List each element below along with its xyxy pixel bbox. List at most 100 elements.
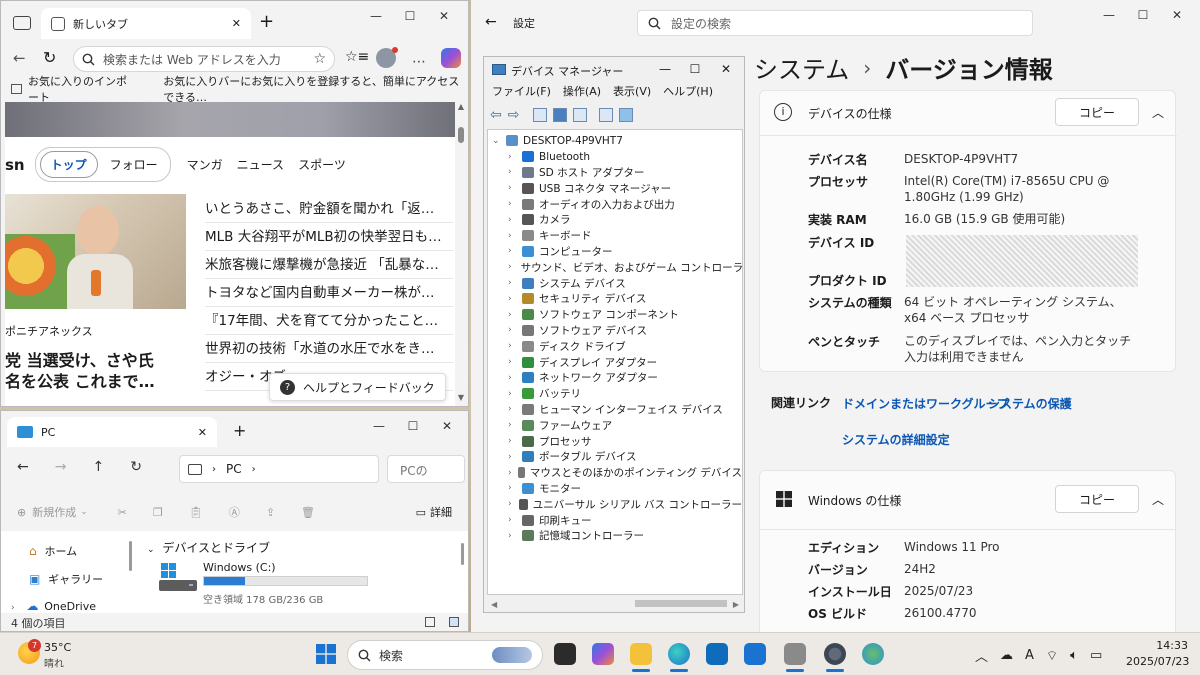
device-category[interactable]: › ユニバーサル シリアル バス コントローラー — [488, 496, 742, 512]
device-category[interactable]: › セキュリティ デバイス — [488, 291, 742, 307]
device-category[interactable]: › ディスク ドライブ — [488, 338, 742, 354]
device-category[interactable]: › Bluetooth — [488, 149, 742, 165]
device-category[interactable]: › SD ホスト アダプター — [488, 165, 742, 181]
taskbar-search-input[interactable]: 検索 — [347, 640, 543, 670]
new-tab-button[interactable]: + — [259, 11, 274, 32]
expand-chevron-icon[interactable]: › — [508, 183, 518, 193]
collapse-chevron-icon[interactable]: ︿ — [1152, 491, 1164, 508]
news-item[interactable]: いとうあさこ、貯金額を聞かれ「返… — [205, 195, 453, 223]
address-bar[interactable]: 検索または Web アドレスを入力 ☆ — [73, 46, 335, 72]
menu-view[interactable]: 表示(V) — [613, 83, 651, 99]
up-icon[interactable]: ↑ — [92, 459, 104, 475]
favorites-import-link[interactable]: お気に入りのインポート — [28, 73, 137, 105]
news-item[interactable]: 世界初の技術「水道の水圧で水をき… — [205, 335, 453, 363]
refresh-icon[interactable]: ↻ — [43, 48, 56, 67]
tab-news[interactable]: ニュース — [237, 156, 284, 173]
nav-onedrive[interactable]: › ☁ OneDrive — [11, 599, 96, 613]
device-category[interactable]: › マウスとそのほかのポインティング デバイス — [488, 465, 742, 481]
network-app-icon[interactable] — [862, 643, 884, 665]
device-category[interactable]: › ソフトウェア デバイス — [488, 323, 742, 339]
device-category[interactable]: › 印刷キュー — [488, 512, 742, 528]
menu-help[interactable]: ヘルプ(H) — [663, 83, 713, 99]
expand-chevron-icon[interactable]: › — [508, 483, 518, 493]
menu-file[interactable]: ファイル(F) — [492, 83, 551, 99]
collapse-chevron-icon[interactable]: ⌄ — [492, 136, 502, 146]
browser-tab[interactable]: 新しいタブ ✕ — [41, 8, 251, 39]
view-icon[interactable] — [573, 108, 588, 122]
tab-manga[interactable]: マンガ — [187, 156, 223, 173]
tab-actions-icon[interactable] — [13, 16, 31, 30]
content-scrollbar[interactable] — [461, 543, 464, 565]
device-category[interactable]: › サウンド、ビデオ、およびゲーム コントローラー — [488, 259, 742, 275]
link-domain-workgroup[interactable]: ドメインまたはワークグループ — [842, 395, 1009, 412]
back-icon[interactable]: ← — [17, 459, 29, 475]
expand-chevron-icon[interactable]: › — [508, 262, 512, 272]
expand-chevron-icon[interactable]: › — [508, 452, 518, 462]
edge-browser-icon[interactable] — [668, 643, 690, 665]
expand-chevron-icon[interactable]: › — [508, 341, 518, 351]
tab-close-icon[interactable]: ✕ — [198, 426, 207, 439]
new-tab-button[interactable]: + — [233, 421, 246, 440]
expand-chevron-icon[interactable]: › — [508, 357, 518, 367]
file-explorer-icon[interactable] — [630, 643, 652, 665]
expand-chevron-icon[interactable]: › — [508, 389, 518, 399]
device-category[interactable]: › プロセッサ — [488, 433, 742, 449]
tab-sports[interactable]: スポーツ — [298, 156, 346, 173]
device-category[interactable]: › オーディオの入力および出力 — [488, 196, 742, 212]
expand-chevron-icon[interactable]: › — [508, 215, 518, 225]
tab-top[interactable]: トップ — [39, 151, 98, 178]
share-icon[interactable]: ⇪ — [266, 506, 275, 519]
weather-temp[interactable]: 35°C — [44, 641, 71, 654]
minimize-button[interactable]: — — [1092, 0, 1126, 30]
close-button[interactable]: ✕ — [710, 57, 742, 81]
tree-root[interactable]: ⌄ DESKTOP-4P9VHT7 — [488, 133, 742, 149]
scan-hardware-icon[interactable] — [599, 108, 614, 122]
device-category[interactable]: › キーボード — [488, 228, 742, 244]
clock-time[interactable]: 14:33 — [1138, 639, 1188, 652]
copy-icon[interactable]: ❐ — [153, 506, 163, 519]
expand-chevron-icon[interactable]: › — [11, 603, 15, 613]
details-button[interactable]: 詳細 — [430, 504, 452, 520]
expand-chevron-icon[interactable]: › — [508, 468, 514, 478]
expand-chevron-icon[interactable]: › — [508, 499, 515, 509]
device-category[interactable]: › システム デバイス — [488, 275, 742, 291]
news-item[interactable]: 米旅客機に爆撃機が急接近 「乱暴な… — [205, 251, 453, 279]
back-icon[interactable]: ⇦ — [490, 107, 502, 123]
copy-windows-specs-button[interactable]: コピー — [1055, 485, 1139, 513]
monitor-icon[interactable] — [619, 108, 634, 122]
news-item[interactable]: MLB 大谷翔平がMLB初の快挙翌日も… — [205, 223, 453, 251]
cut-icon[interactable]: ✂ — [118, 506, 127, 519]
favorite-star-icon[interactable]: ☆ — [313, 51, 326, 67]
link-advanced-settings[interactable]: システムの詳細設定 — [842, 431, 950, 448]
copilot-icon[interactable] — [441, 48, 461, 68]
expand-chevron-icon[interactable]: › — [508, 436, 518, 446]
expand-chevron-icon[interactable]: › — [508, 246, 518, 256]
news-item[interactable]: トヨタなど国内自動車メーカー株が… — [205, 279, 453, 307]
properties-icon[interactable] — [533, 108, 548, 122]
rename-icon[interactable]: Ⓐ — [229, 504, 240, 520]
maximize-button[interactable]: ☐ — [393, 1, 427, 31]
battery-icon[interactable]: ▭ — [1090, 648, 1102, 663]
tray-chevron-icon[interactable]: ︿ — [975, 646, 988, 665]
details-view-icon[interactable] — [425, 617, 435, 627]
nav-gallery[interactable]: ▣ ギャラリー — [29, 571, 103, 587]
minimize-button[interactable]: — — [650, 57, 680, 81]
expand-chevron-icon[interactable]: › — [508, 167, 518, 177]
minimize-button[interactable]: — — [359, 1, 393, 31]
device-category[interactable]: › カメラ — [488, 212, 742, 228]
expand-chevron-icon[interactable]: › — [508, 404, 518, 414]
expand-chevron-icon[interactable]: › — [508, 152, 518, 162]
device-category[interactable]: › ネットワーク アダプター — [488, 370, 742, 386]
close-button[interactable]: ✕ — [430, 411, 464, 441]
headline[interactable]: 党 当選受け、さや氏 名を公表 これまで… — [5, 350, 155, 392]
tab-follow[interactable]: フォロー — [102, 156, 166, 173]
device-category[interactable]: › ソフトウェア コンポーネント — [488, 307, 742, 323]
more-menu-icon[interactable]: ⋯ — [412, 54, 426, 70]
device-category[interactable]: › USB コネクタ マネージャー — [488, 180, 742, 196]
copy-device-specs-button[interactable]: コピー — [1055, 98, 1139, 126]
back-icon[interactable]: ← — [13, 49, 26, 67]
tab-close-icon[interactable]: ✕ — [232, 17, 241, 30]
settings-gear-icon[interactable] — [824, 643, 846, 665]
store-icon[interactable] — [706, 643, 728, 665]
horizontal-scrollbar[interactable]: ◀ ▶ — [487, 597, 743, 611]
